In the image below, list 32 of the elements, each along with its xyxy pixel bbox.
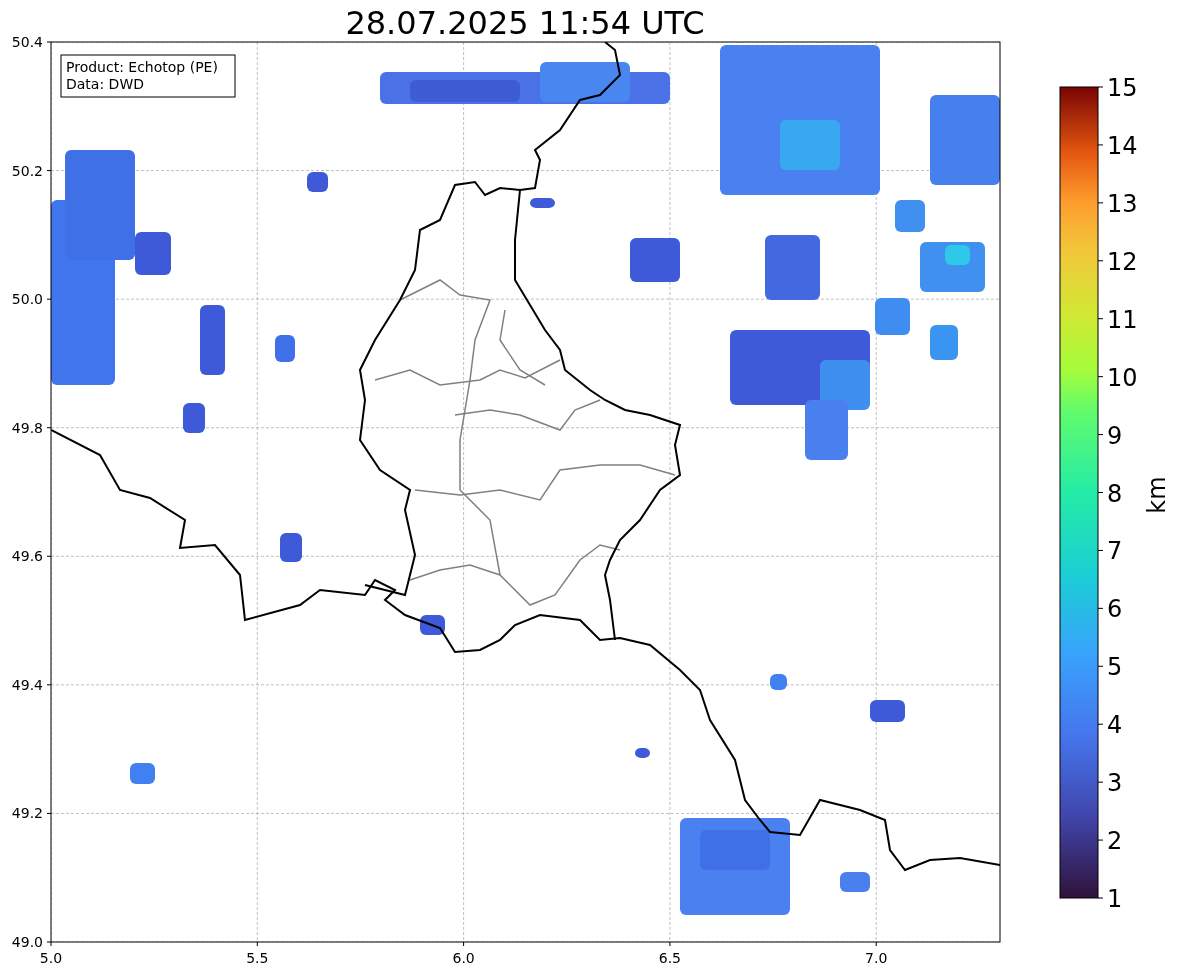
colorbar-tick-label: 8 [1107, 479, 1123, 508]
legend-text: Data: DWD [66, 76, 144, 92]
colorbar-tick-label: 7 [1107, 537, 1123, 566]
axis-tick-label: 49.8 [11, 419, 43, 436]
colorbar-tick-label: 6 [1107, 595, 1123, 624]
axis-tick-label: 49.2 [11, 805, 43, 822]
axis-tick-label: 49.6 [11, 548, 43, 565]
axis-tick-label: 49.4 [11, 676, 43, 693]
colorbar-tick-label: 1 [1107, 885, 1123, 913]
axis-tick-label: 6.0 [452, 950, 475, 966]
axis-tick-label: 7.0 [865, 950, 888, 966]
axis-tick-label: 50.0 [11, 291, 43, 308]
colorbar-tick-label: 10 [1107, 363, 1138, 392]
colorbar-tick-label: 14 [1107, 131, 1138, 160]
legend-text: Product: Echotop (PE) [66, 59, 218, 75]
colorbar-tick-label: 15 [1107, 74, 1138, 102]
colorbar-tick-label: 5 [1107, 653, 1123, 682]
colorbar-label: km [1143, 476, 1171, 514]
axis-tick-label: 5.0 [39, 950, 63, 966]
colorbar-tick-label: 11 [1107, 305, 1138, 334]
chart-title: 28.07.2025 11:54 UTC [345, 4, 705, 42]
colorbar-tick-label: 4 [1107, 711, 1123, 740]
axis-tick-label: 5.5 [246, 950, 269, 966]
axis-tick-label: 6.5 [658, 950, 682, 966]
axis-tick-label: 50.2 [11, 162, 43, 179]
colorbar-tick-label: 2 [1107, 827, 1123, 856]
axis-tick-label: 50.4 [11, 34, 43, 50]
colorbar-tick-label: 12 [1107, 247, 1138, 276]
axis-tick-label: 49.0 [11, 934, 43, 950]
colorbar-tick-label: 13 [1107, 189, 1138, 218]
colorbar-tick-label: 9 [1107, 421, 1123, 450]
colorbar-tick-label: 3 [1107, 769, 1123, 798]
